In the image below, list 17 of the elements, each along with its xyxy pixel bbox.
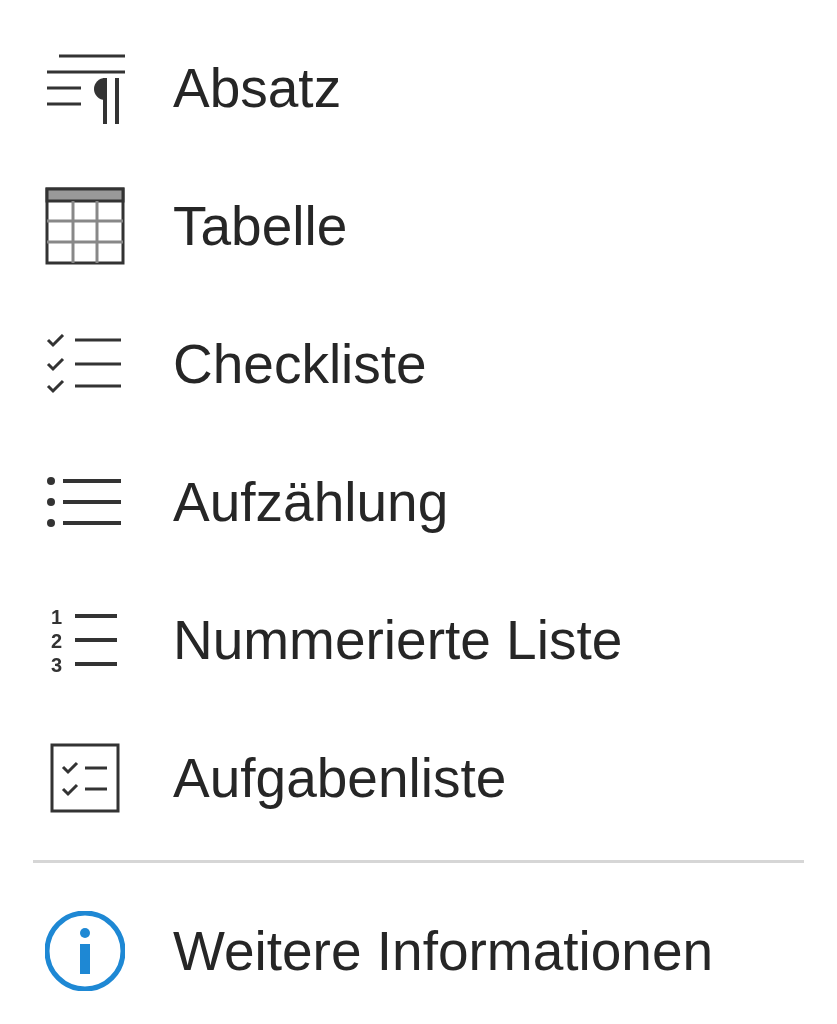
menu-item-label: Weitere Informationen <box>173 918 714 984</box>
table-icon <box>45 187 125 265</box>
menu-item[interactable]: Checkliste <box>0 295 837 433</box>
menu-item[interactable]: Absatz <box>0 19 837 157</box>
menu-item[interactable]: Aufzählung <box>0 433 837 571</box>
menu-item-label: Absatz <box>173 55 342 121</box>
menu-item-label: Checkliste <box>173 331 427 397</box>
menu-item[interactable]: Weitere Informationen <box>0 882 837 1020</box>
menu-item[interactable]: Tabelle <box>0 157 837 295</box>
menu-item[interactable]: 1 2 3 Nummerierte Liste <box>0 571 837 709</box>
menu-item-label: Aufzählung <box>173 469 449 535</box>
info-icon <box>45 911 125 991</box>
menu-item[interactable]: Aufgabenliste <box>0 709 837 847</box>
menu-item-label: Nummerierte Liste <box>173 607 623 673</box>
paragraph-icon <box>45 52 125 124</box>
menu-item-label: Aufgabenliste <box>173 745 507 811</box>
menu-item-label: Tabelle <box>173 193 348 259</box>
